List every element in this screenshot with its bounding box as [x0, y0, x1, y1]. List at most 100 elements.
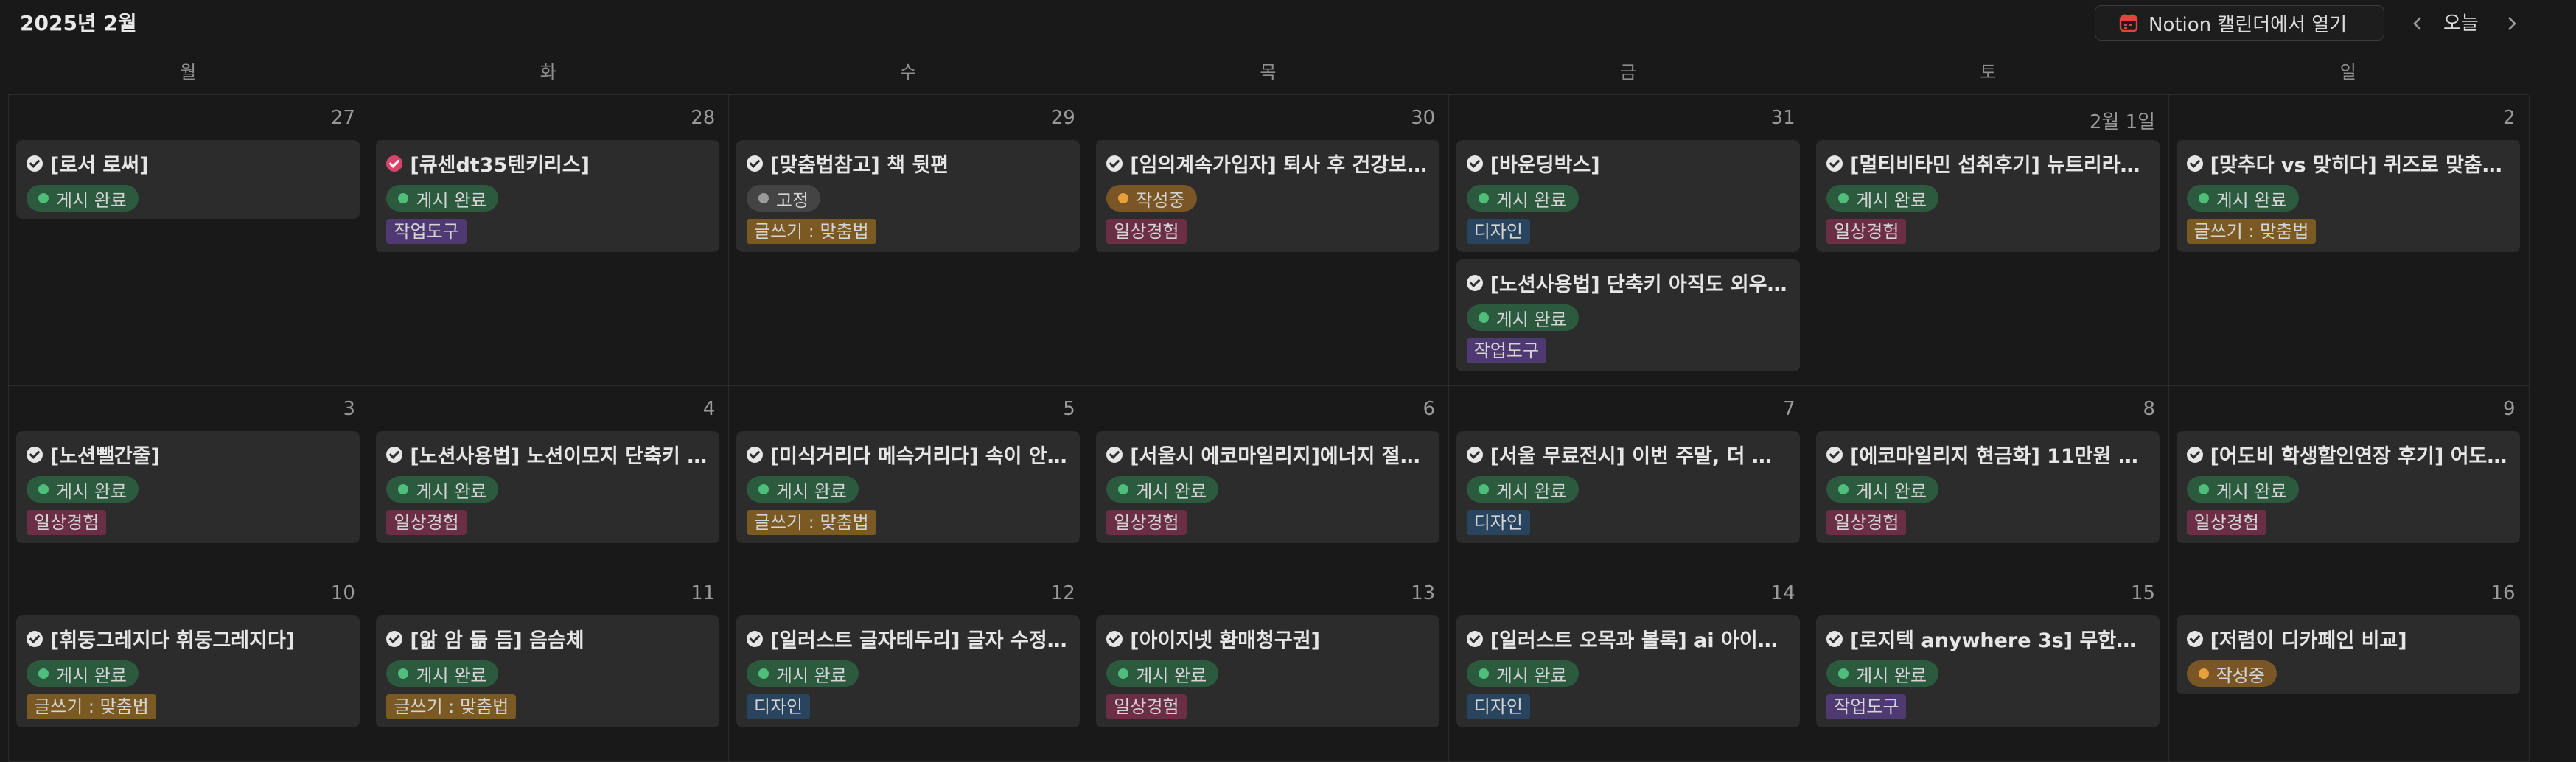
day-number: 14 [1770, 582, 1795, 604]
calendar-event-card[interactable]: [멀티비타민 섭취후기] 뉴트리라이트… 게시 완료 일상경험 [1816, 140, 2160, 252]
day-number: 16 [2491, 582, 2516, 604]
calendar-day-cell[interactable]: 16 [저렴이 디카페인 비교] 작성중 [2168, 570, 2530, 762]
calendar-day-cell[interactable]: 6 [서울시 에코마일리지]에너지 절약하고 게시 완료 일상경험 [1089, 386, 1450, 570]
calendar-event-card[interactable]: [저렴이 디카페인 비교] 작성중 [2176, 615, 2520, 694]
status-dot-icon [2198, 668, 2209, 679]
event-title-text: [에코마일리지 현금화] 11만원 받는 법 [1850, 445, 2150, 468]
calendar-event-card[interactable]: [서울시 에코마일리지]에너지 절약하고 게시 완료 일상경험 [1096, 431, 1440, 543]
event-title: [앎 암 듦 듬] 음슴체 [386, 624, 709, 653]
status-badge: 고정 [746, 185, 821, 212]
day-number: 10 [330, 582, 355, 604]
calendar-day-cell[interactable]: 15 [로지텍 anywhere 3s] 무한휠 마우스게시 완료작업도구 [1809, 570, 2170, 762]
previous-month-button[interactable] [2404, 9, 2431, 38]
status-label: 작성중 [1136, 189, 1185, 211]
event-title-text: [앎 암 듦 듬] 음슴체 [410, 629, 584, 652]
calendar-event-card[interactable]: [아이지넷 환매청구권] 게시 완료 일상경험 [1096, 615, 1440, 727]
status-label: 게시 완료 [1856, 665, 1927, 686]
calendar-event-card[interactable]: [휘둥그레지다 휘둥그레지다] 게시 완료 글쓰기 : 맞춤법 [16, 615, 360, 727]
calendar-event-card[interactable]: [큐센dt35텐키리스] 게시 완료 작업도구 [376, 140, 720, 252]
calendar-event-card[interactable]: [노션사용법] 노션이모지 단축키 정리 게시 완료 일상경험 [376, 431, 720, 543]
status-badge: 게시 완료 [27, 660, 139, 687]
calendar-event-card[interactable]: [일러스트 글자테두리] 글자 수정 방법 게시 완료 디자인 [736, 615, 1080, 727]
event-title: [바운딩박스] [1466, 149, 1790, 178]
calendar-day-cell[interactable]: 8 [에코마일리지 현금화] 11만원 받는 법 게시 완료 일상경험 [1809, 386, 2170, 570]
day-number: 7 [1783, 398, 1795, 420]
calendar-day-cell[interactable]: 11 [앎 암 듦 듬] 음슴체 게시 완료 글쓰기 : 맞춤법 [369, 570, 730, 762]
calendar-day-cell[interactable]: 10 [휘둥그레지다 휘둥그레지다] 게시 완료 글쓰기 : 맞춤법 [9, 570, 369, 762]
calendar-day-cell[interactable]: 2월 1일 [멀티비타민 섭취후기] 뉴트리라이트… 게시 완료 일상경험 [1809, 95, 2170, 386]
status-label: 게시 완료 [775, 665, 847, 686]
calendar-day-cell[interactable]: 14 [일러스트 오목과 볼록] ai 아이콘 만들기게시 완료디자인 [1448, 570, 1809, 762]
calendar-event-card[interactable]: [미식거리다 메슥거리다] 속이 안 좋을 때게시 완료글쓰기 : 맞춤법 [736, 431, 1080, 543]
open-in-notion-calendar-label: Notion 캘린더에서 열기 [2149, 13, 2348, 36]
calendar-day-cell[interactable]: 28 [큐센dt35텐키리스] 게시 완료 작업도구 [369, 95, 730, 386]
event-title: [저렴이 디카페인 비교] [2186, 624, 2510, 653]
next-month-button[interactable] [2499, 9, 2525, 38]
calendar-day-cell[interactable]: 7 [서울 무료전시] 이번 주말, 더 현대 서울게시 완료디자인 [1448, 386, 1809, 570]
category-tag: 작업도구 [1826, 694, 1907, 719]
check-circle-icon [27, 155, 43, 172]
status-label: 게시 완료 [1495, 309, 1567, 330]
status-dot-icon [1118, 668, 1129, 679]
category-tag: 글쓰기 : 맞춤법 [746, 510, 876, 535]
day-number: 4 [702, 398, 716, 420]
status-dot-icon [1478, 668, 1489, 679]
category-tag: 일상경험 [1106, 219, 1187, 244]
calendar-event-card[interactable]: [맞춤법참고] 책 뒷편 고정 글쓰기 : 맞춤법 [736, 140, 1080, 252]
check-circle-icon [746, 155, 763, 172]
status-dot-icon [38, 668, 49, 679]
calendar-day-cell[interactable]: 3 [노션뺄간줄] 게시 완료 일상경험 [9, 386, 369, 570]
calendar-day-cell[interactable]: 31 [바운딩박스] 게시 완료 디자인 [노션사용법] 단축키 아직도 외우세요? 게시… [1448, 95, 1809, 386]
calendar-event-card[interactable]: [맞추다 vs 맞히다] 퀴즈로 맞춤법 공부게시 완료글쓰기 : 맞춤법 [2176, 140, 2520, 252]
event-title-text: [로서 로써] [50, 154, 149, 177]
calendar-day-cell[interactable]: 29 [맞춤법참고] 책 뒷편 고정 글쓰기 : 맞춤법 [728, 95, 1089, 386]
weekday-label: 일 [2339, 62, 2356, 83]
calendar-day-cell[interactable]: 2 [맞추다 vs 맞히다] 퀴즈로 맞춤법 공부게시 완료글쓰기 : 맞춤법 [2168, 95, 2530, 386]
status-dot-icon [1478, 484, 1489, 494]
calendar-icon [2119, 14, 2138, 32]
check-circle-icon [746, 630, 763, 647]
calendar-grid: 27 [로서 로써] 게시 완료 28 [큐센dt35텐키리스] 게시 완료 작업도구 29[… [8, 94, 2530, 762]
calendar-event-card[interactable]: [바운딩박스] 게시 완료 디자인 [1456, 140, 1800, 252]
status-badge: 게시 완료 [386, 185, 499, 212]
calendar-event-card[interactable]: [임의계속가입자] 퇴사 후 건강보험료 폭탄… 작성중일상경험 [1096, 140, 1440, 252]
event-title: [어도비 학생할인연장 후기] 어도비 가격 [2186, 440, 2510, 469]
calendar-event-card[interactable]: [어도비 학생할인연장 후기] 어도비 가격게시 완료일상경험 [2176, 431, 2520, 543]
calendar-day-cell[interactable]: 12 [일러스트 글자테두리] 글자 수정 방법 게시 완료 디자인 [728, 570, 1089, 762]
check-circle-icon [1466, 274, 1483, 291]
status-dot-icon [1838, 193, 1849, 203]
calendar-day-cell[interactable]: 30 [임의계속가입자] 퇴사 후 건강보험료 폭탄… 작성중일상경험 [1089, 95, 1450, 386]
event-title-text: [임의계속가입자] 퇴사 후 건강보험료 폭탄… [1130, 154, 1429, 177]
today-button[interactable]: 오늘 [2443, 9, 2479, 38]
category-tag: 일상경험 [1106, 694, 1187, 719]
check-circle-icon [1106, 446, 1123, 463]
calendar-day-cell[interactable]: 5 [미식거리다 메슥거리다] 속이 안 좋을 때게시 완료글쓰기 : 맞춤법 [728, 386, 1089, 570]
calendar-event-card[interactable]: [로지텍 anywhere 3s] 무한휠 마우스게시 완료작업도구 [1816, 615, 2160, 727]
category-tag: 글쓰기 : 맞춤법 [2186, 219, 2317, 244]
check-circle-icon [386, 446, 403, 463]
calendar-event-card[interactable]: [앎 암 듦 듬] 음슴체 게시 완료 글쓰기 : 맞춤법 [376, 615, 720, 727]
calendar-event-card[interactable]: [에코마일리지 현금화] 11만원 받는 법 게시 완료 일상경험 [1816, 431, 2160, 543]
open-in-notion-calendar-button[interactable]: Notion 캘린더에서 열기 [2095, 5, 2384, 41]
event-title: [일러스트 글자테두리] 글자 수정 방법 [746, 624, 1069, 653]
calendar-day-cell[interactable]: 4 [노션사용법] 노션이모지 단축키 정리 게시 완료 일상경험 [369, 386, 730, 570]
weekday-label: 월 [180, 62, 197, 83]
calendar-event-card[interactable]: [서울 무료전시] 이번 주말, 더 현대 서울게시 완료디자인 [1456, 431, 1800, 543]
event-title: [로지텍 anywhere 3s] 무한휠 마우스 [1826, 624, 2149, 653]
event-title: [임의계속가입자] 퇴사 후 건강보험료 폭탄… [1106, 149, 1429, 178]
calendar-event-card[interactable]: [노션뺄간줄] 게시 완료 일상경험 [16, 431, 360, 543]
calendar-event-card[interactable]: [일러스트 오목과 볼록] ai 아이콘 만들기게시 완료디자인 [1456, 615, 1800, 727]
status-dot-icon [1838, 668, 1849, 679]
weekday-label: 수 [900, 62, 917, 83]
calendar-day-cell[interactable]: 9 [어도비 학생할인연장 후기] 어도비 가격게시 완료일상경험 [2168, 386, 2530, 570]
calendar-day-cell[interactable]: 27 [로서 로써] 게시 완료 [9, 95, 369, 386]
calendar-day-cell[interactable]: 13 [아이지넷 환매청구권] 게시 완료 일상경험 [1089, 570, 1450, 762]
calendar-event-card[interactable]: [노션사용법] 단축키 아직도 외우세요? 게시 완료작업도구 [1456, 259, 1800, 371]
status-badge: 작성중 [2186, 660, 2277, 687]
calendar-event-card[interactable]: [로서 로써] 게시 완료 [16, 140, 360, 219]
category-tag: 작업도구 [1466, 338, 1547, 363]
event-title-text: [노션사용법] 단축키 아직도 외우세요? [1490, 273, 1790, 296]
status-label: 게시 완료 [1136, 665, 1207, 686]
status-badge: 게시 완료 [1826, 660, 1939, 687]
status-dot-icon [1118, 193, 1129, 203]
